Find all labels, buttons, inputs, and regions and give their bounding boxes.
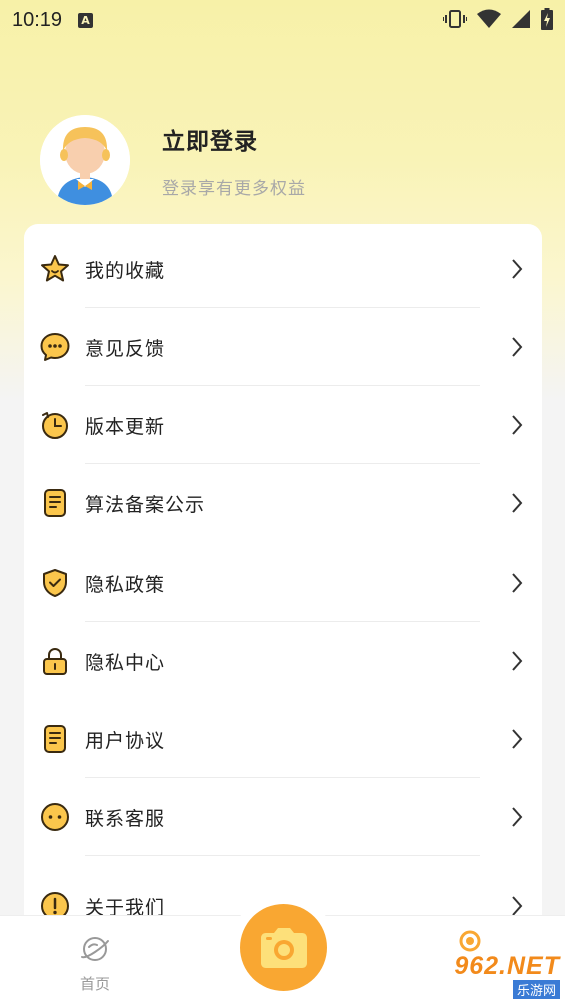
default-avatar-icon [40,115,130,205]
status-bar: 10:19 A [0,0,565,40]
chevron-right-icon [512,807,523,827]
menu-item-favorites[interactable]: 我的收藏 [24,230,542,308]
menu-card: 我的收藏 意见反馈 版本更新 算法备案公示 隐私政策 隐私中心 用户协议 联系客… [24,224,542,944]
menu-item-feedback[interactable]: 意见反馈 [24,308,542,386]
chevron-right-icon [512,651,523,671]
menu-label: 用户协议 [85,729,166,752]
menu-label: 意见反馈 [85,337,166,360]
menu-label: 我的收藏 [85,259,166,282]
battery-icon [541,8,553,30]
star-icon [41,255,69,282]
nav-home-label: 首页 [79,975,110,993]
menu-item-algorithm-filing[interactable]: 算法备案公示 [24,464,542,542]
login-title[interactable]: 立即登录 [162,122,306,156]
chevron-right-icon [512,896,523,916]
signal-icon [512,10,530,28]
status-icons [443,8,553,30]
menu-label: 版本更新 [85,415,166,438]
chevron-right-icon [512,259,523,279]
menu-label: 联系客服 [85,807,166,830]
watermark-bottom: 乐游网 [512,979,560,999]
planet-icon [81,937,109,961]
menu-item-privacy-center[interactable]: 隐私中心 [24,622,542,700]
profile-section[interactable]: 立即登录 登录享有更多权益 [40,115,306,205]
shield-check-icon [43,569,67,597]
login-subtitle: 登录享有更多权益 [162,178,306,199]
menu-label: 隐私中心 [85,651,166,674]
avatar[interactable] [40,115,130,205]
chevron-right-icon [512,493,523,513]
menu-item-customer-service[interactable]: 联系客服 [24,778,542,856]
watermark-top: 962.NET [454,951,560,980]
chevron-right-icon [512,337,523,357]
document-icon [44,489,66,517]
divider [85,855,480,856]
status-time: 10:19 [12,8,63,31]
camera-button[interactable] [240,904,327,991]
face-icon [41,803,69,831]
wifi-icon [477,9,501,28]
notification-a-icon: A [78,12,94,28]
menu-item-version-update[interactable]: 版本更新 [24,386,542,464]
menu-item-privacy-policy[interactable]: 隐私政策 [24,544,542,622]
chat-bubble-icon [40,333,70,361]
chevron-right-icon [512,415,523,435]
menu-label: 算法备案公示 [85,493,206,516]
chevron-right-icon [512,573,523,593]
camera-icon [260,927,307,968]
document-icon [44,725,66,753]
lock-icon [43,647,67,675]
clock-refresh-icon [42,412,68,439]
vibrate-icon [443,10,467,28]
menu-item-user-agreement[interactable]: 用户协议 [24,700,542,778]
chevron-right-icon [512,729,523,749]
nav-home[interactable]: 首页 [70,933,120,994]
menu-label: 隐私政策 [85,573,166,596]
watermark: 962.NET 乐游网 [428,953,560,999]
